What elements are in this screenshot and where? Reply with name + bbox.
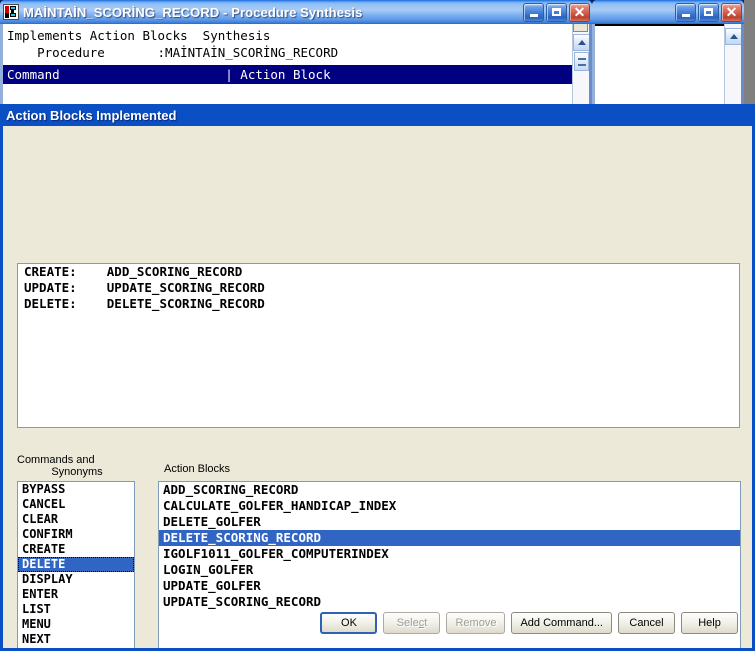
secondary-window[interactable]: ✕ [592, 0, 744, 112]
minimize-button[interactable] [675, 2, 696, 22]
window-client-area [595, 24, 741, 109]
window-client-area: Implements Action Blocks Synthesis Proce… [3, 24, 589, 109]
action-block-list-item[interactable]: DELETE_GOLFER [159, 514, 740, 530]
window-title: MAİNTAİN_SCORİNG_RECORD - Procedure Synt… [23, 4, 363, 20]
action-block-list-item[interactable]: IGOLF1011_GOLFER_COMPUTERINDEX [159, 546, 740, 562]
ok-button[interactable]: OK [320, 612, 378, 634]
command-list-item[interactable]: ENTER [18, 587, 134, 602]
command-list-item[interactable]: DELETE [18, 557, 134, 572]
screen: MAİNTAİN_SCORİNG_RECORD - Procedure Synt… [0, 0, 755, 651]
grid-header: Command | Action Block [3, 65, 589, 84]
maximize-button[interactable] [698, 2, 719, 22]
command-list-item[interactable]: CONFIRM [18, 527, 134, 542]
action-block-list-item[interactable]: UPDATE_GOLFER [159, 578, 740, 594]
command-list-item[interactable]: NEXT [18, 632, 134, 647]
commands-and-synonyms-list[interactable]: BYPASS CANCEL CLEAR CONFIRM CREATE DELETE DISP… [17, 481, 135, 648]
dialog-button-row: OK Sele c t Remove Add Command... Cancel Help [320, 612, 738, 634]
action-block-list-item[interactable]: LOGIN_GOLFER [159, 562, 740, 578]
add-command-button[interactable]: Add Command... [511, 612, 612, 634]
command-list-item[interactable]: DISPLAY [18, 572, 134, 587]
label-action-blocks-bottom: Action Blocks [164, 463, 231, 475]
dialog-body: Command Action Blocks CREATE: ADD_SCORIN… [3, 126, 752, 648]
window-controls: ✕ [675, 2, 742, 22]
vertical-scrollbar[interactable] [724, 24, 741, 109]
command-list-item[interactable]: CREATE [18, 542, 134, 557]
app-icon [3, 4, 19, 20]
command-list-item[interactable]: PREV [18, 647, 134, 648]
vertical-scrollbar[interactable] [572, 24, 589, 109]
procedure-synthesis-window[interactable]: MAİNTAİN_SCORİNG_RECORD - Procedure Synt… [0, 0, 592, 112]
implemented-list-item[interactable]: CREATE: ADD_SCORING_RECORD [18, 264, 739, 280]
close-icon[interactable]: ✕ [569, 2, 590, 22]
cancel-button[interactable]: Cancel [618, 612, 675, 634]
implemented-list[interactable]: CREATE: ADD_SCORING_RECORD UPDATE: UPDATE… [17, 263, 740, 428]
scroll-up-button[interactable] [573, 34, 589, 51]
label-commands-and-synonyms: Commands and Synonyms [17, 454, 137, 478]
minimize-button[interactable] [523, 2, 544, 22]
action-block-list-item[interactable]: CALCULATE_GOLFER_HANDICAP_INDEX [159, 498, 740, 514]
dialog-title: Action Blocks Implemented [6, 107, 177, 123]
close-icon[interactable]: ✕ [721, 2, 742, 22]
label-commands-and-synonyms-line1: Commands and [17, 454, 95, 466]
scroll-up-button[interactable] [725, 28, 741, 45]
action-block-list-item[interactable]: DELETE_SCORING_RECORD [159, 530, 740, 546]
implemented-list-item[interactable]: UPDATE: UPDATE_SCORING_RECORD [18, 280, 739, 296]
label-commands-and-synonyms-line2: Synonyms [51, 466, 103, 478]
command-list-item[interactable]: CLEAR [18, 512, 134, 527]
action-blocks-implemented-dialog[interactable]: Action Blocks Implemented Command Action… [0, 104, 755, 651]
procedure-line: Procedure :MAİNTAİN_SCORİNG_RECORD [7, 45, 339, 60]
action-block-list-item[interactable]: ADD_SCORING_RECORD [159, 482, 740, 498]
select-button: Sele c t [383, 612, 441, 634]
scrollbar-thumb[interactable] [574, 52, 589, 71]
maximize-button[interactable] [546, 2, 567, 22]
scrollbar-cap [573, 24, 588, 32]
help-button[interactable]: Help [681, 612, 738, 634]
action-block-list-item[interactable]: UPDATE_SCORING_RECORD [159, 594, 740, 610]
remove-button: Remove [446, 612, 506, 634]
command-list-item[interactable]: LIST [18, 602, 134, 617]
window-titlebar[interactable]: MAİNTAİN_SCORİNG_RECORD - Procedure Synt… [0, 0, 592, 24]
window-titlebar[interactable]: ✕ [592, 0, 744, 24]
dialog-titlebar: Action Blocks Implemented [3, 107, 752, 126]
implemented-list-item[interactable]: DELETE: DELETE_SCORING_RECORD [18, 296, 739, 312]
command-list-item[interactable]: BYPASS [18, 482, 134, 497]
command-list-item[interactable]: CANCEL [18, 497, 134, 512]
window-controls: ✕ [523, 2, 590, 22]
command-list-item[interactable]: MENU [18, 617, 134, 632]
implements-line-1: Implements Action Blocks Synthesis [7, 28, 271, 43]
